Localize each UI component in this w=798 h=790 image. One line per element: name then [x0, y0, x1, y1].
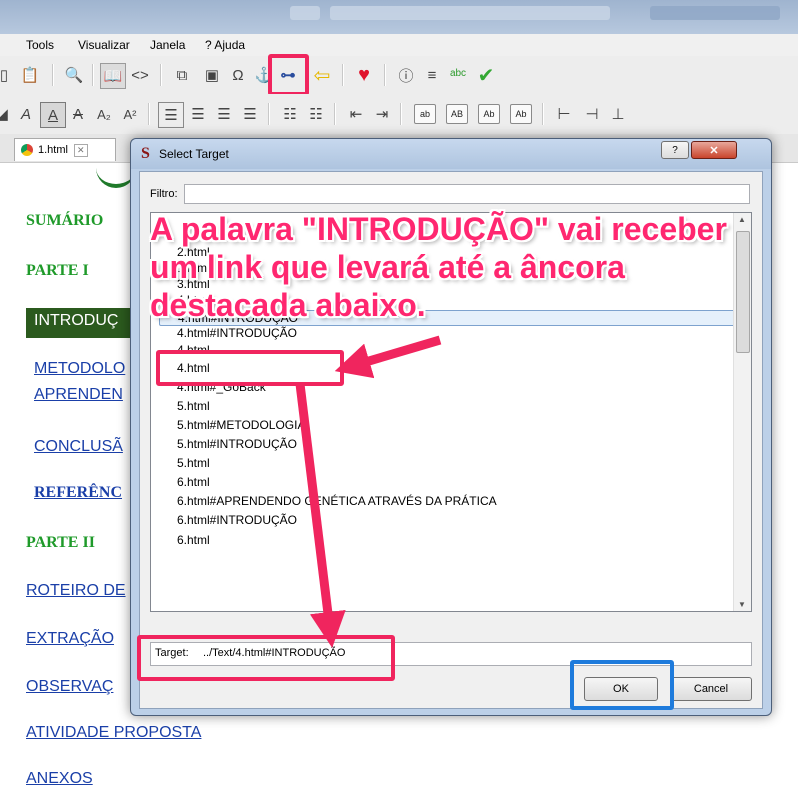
annotation-arrows [295, 335, 442, 648]
arrow-to-target-field [295, 383, 346, 648]
arrow-to-selected-item [334, 335, 442, 379]
annotation-caption: A palavra "INTRODUÇÃO" vai receber um li… [150, 211, 727, 323]
